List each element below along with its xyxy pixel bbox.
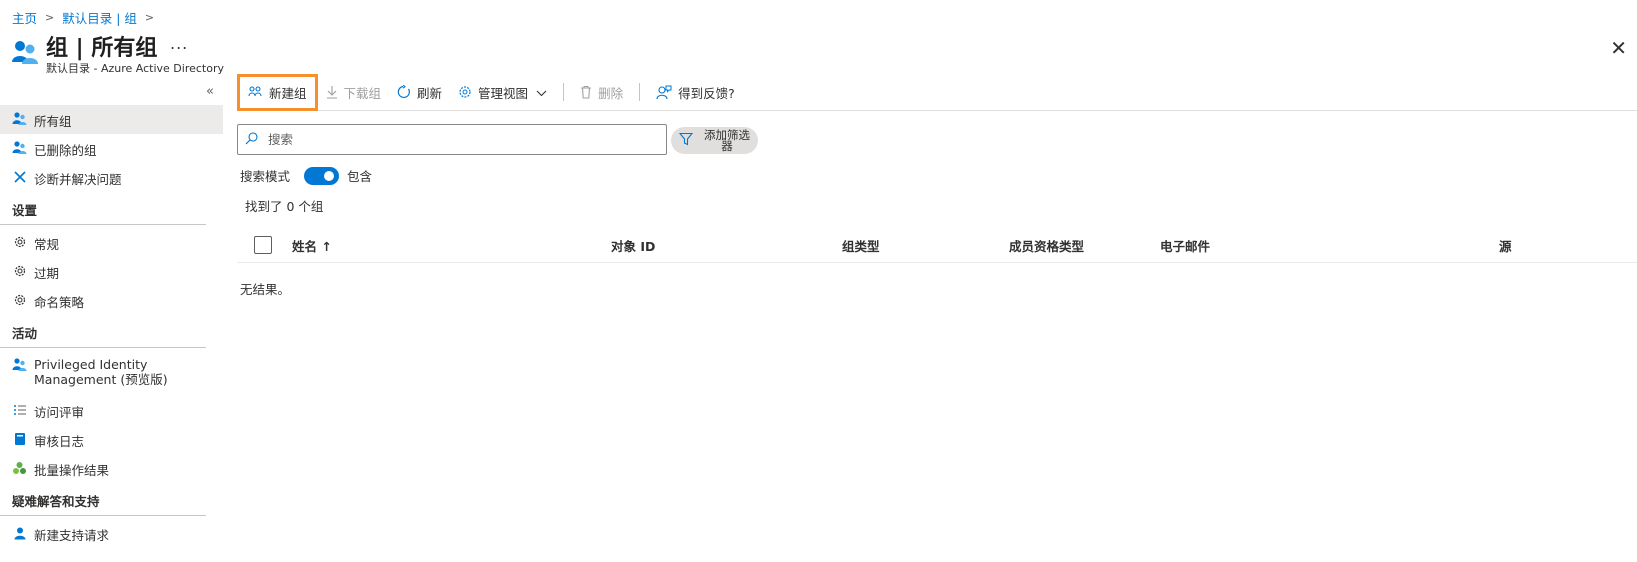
feedback-icon (656, 85, 672, 100)
sidebar-item-label: 命名策略 (34, 295, 85, 310)
sidebar-item-label: 常规 (34, 237, 60, 252)
toolbar-divider (639, 83, 641, 101)
sidebar-item-label: 审核日志 (34, 434, 85, 449)
add-filter-label: 添加筛选器 (704, 127, 750, 153)
search-mode-label: 搜索模式 (240, 169, 291, 184)
search-mode-value: 包含 (347, 169, 373, 184)
delete-label: 删除 (598, 85, 624, 101)
groups-icon (12, 140, 27, 155)
gear-icon (458, 85, 472, 99)
groups-icon (12, 111, 27, 126)
collapse-sidebar-button[interactable]: « (206, 84, 214, 99)
refresh-button[interactable]: 刷新 (389, 74, 450, 111)
chevron-right-icon: > (45, 11, 55, 24)
sidebar: 所有组 已删除的组 诊断并解决问题 设置 常规 过期 命名策略 活动 Privi… (0, 105, 223, 548)
sidebar-item-label: 批量操作结果 (34, 463, 110, 478)
refresh-label: 刷新 (417, 85, 443, 101)
sidebar-item-label: 诊断并解决问题 (34, 172, 122, 187)
add-filter-button[interactable]: 添加筛选器 (671, 127, 758, 154)
command-bar: 新建组 下载组 刷新 管理视图 删除 得到反馈? (237, 73, 1637, 111)
column-header-name[interactable]: 姓名 ↑ (292, 236, 332, 255)
breadcrumb-home-link[interactable]: 主页 (12, 8, 37, 27)
no-results-message: 无结果。 (240, 282, 291, 297)
wrench-icon (12, 169, 27, 184)
delete-button[interactable]: 删除 (572, 74, 631, 111)
sidebar-item-label: 所有组 (34, 114, 72, 129)
column-header-email[interactable]: 电子邮件 (1160, 236, 1210, 255)
feedback-label: 得到反馈? (678, 85, 735, 101)
sidebar-item-general[interactable]: 常规 (0, 228, 223, 257)
toolbar-divider (563, 83, 565, 101)
new-group-button[interactable]: 新建组 (237, 73, 318, 111)
filter-icon (678, 132, 694, 149)
page-subtitle: 默认目录 - Azure Active Directory (46, 62, 224, 75)
download-groups-button[interactable]: 下载组 (318, 74, 390, 111)
column-header-group-type[interactable]: 组类型 (842, 236, 880, 255)
sidebar-item-new-support-request[interactable]: 新建支持请求 (0, 519, 223, 548)
search-mode-toggle[interactable] (304, 166, 340, 185)
sidebar-item-deleted-groups[interactable]: 已删除的组 (0, 134, 223, 163)
checklist-icon (12, 402, 27, 417)
new-group-label: 新建组 (269, 85, 307, 101)
sidebar-item-label: 新建支持请求 (34, 528, 110, 543)
column-header-source[interactable]: 源 (1499, 236, 1512, 255)
manage-view-label: 管理视图 (478, 85, 529, 101)
chevron-down-icon (536, 85, 547, 100)
bulk-operations-icon (12, 460, 27, 475)
manage-view-button[interactable]: 管理视图 (450, 74, 555, 111)
sidebar-item-diagnose[interactable]: 诊断并解决问题 (0, 163, 223, 192)
add-group-icon (248, 85, 263, 99)
groups-icon (12, 357, 27, 372)
download-icon (326, 85, 338, 99)
sidebar-item-label: Privileged Identity Management (预览版) (34, 357, 168, 387)
trash-icon (580, 85, 592, 99)
sidebar-item-naming-policy[interactable]: 命名策略 (0, 286, 223, 315)
sidebar-item-access-reviews[interactable]: 访问评审 (0, 396, 223, 425)
sidebar-item-bulk-results[interactable]: 批量操作结果 (0, 454, 223, 483)
search-mode: 搜索模式 包含 (240, 166, 372, 185)
sidebar-item-label: 过期 (34, 266, 60, 281)
sidebar-section-activity: 活动 (0, 315, 206, 348)
select-all-checkbox[interactable] (254, 236, 272, 254)
search-icon (245, 131, 258, 148)
column-header-membership-type[interactable]: 成员资格类型 (1009, 236, 1084, 255)
page-title: 组 | 所有组 (46, 36, 158, 61)
book-icon (12, 431, 27, 446)
more-options-button[interactable]: ... (170, 34, 188, 53)
breadcrumb-directory-link[interactable]: 默认目录 | 组 (62, 8, 137, 27)
sidebar-section-settings: 设置 (0, 192, 206, 225)
results-count: 找到了 0 个组 (245, 199, 324, 214)
sidebar-item-audit-logs[interactable]: 审核日志 (0, 425, 223, 454)
support-person-icon (12, 525, 27, 540)
sidebar-item-label: 访问评审 (34, 405, 85, 420)
groups-icon (12, 41, 38, 64)
feedback-button[interactable]: 得到反馈? (648, 74, 743, 111)
refresh-icon (397, 85, 411, 99)
sidebar-item-label: 已删除的组 (34, 143, 97, 158)
search-box (237, 124, 667, 155)
column-header-object-id[interactable]: 对象 ID (611, 236, 655, 255)
chevron-right-icon: > (144, 11, 155, 24)
gear-icon (12, 263, 27, 278)
search-input[interactable] (268, 132, 648, 147)
table-header: 姓名 ↑ 对象 ID 组类型 成员资格类型 电子邮件 源 (237, 226, 1637, 263)
download-groups-label: 下载组 (343, 85, 382, 101)
breadcrumb: 主页 > 默认目录 | 组 > (12, 8, 162, 27)
sidebar-item-all-groups[interactable]: 所有组 (0, 105, 223, 134)
sidebar-item-expiration[interactable]: 过期 (0, 257, 223, 286)
gear-icon (12, 292, 27, 307)
sidebar-item-pim[interactable]: Privileged Identity Management (预览版) (0, 351, 223, 396)
gear-icon (12, 234, 27, 249)
sidebar-section-support: 疑难解答和支持 (0, 483, 206, 516)
close-button[interactable]: ✕ (1610, 36, 1627, 60)
